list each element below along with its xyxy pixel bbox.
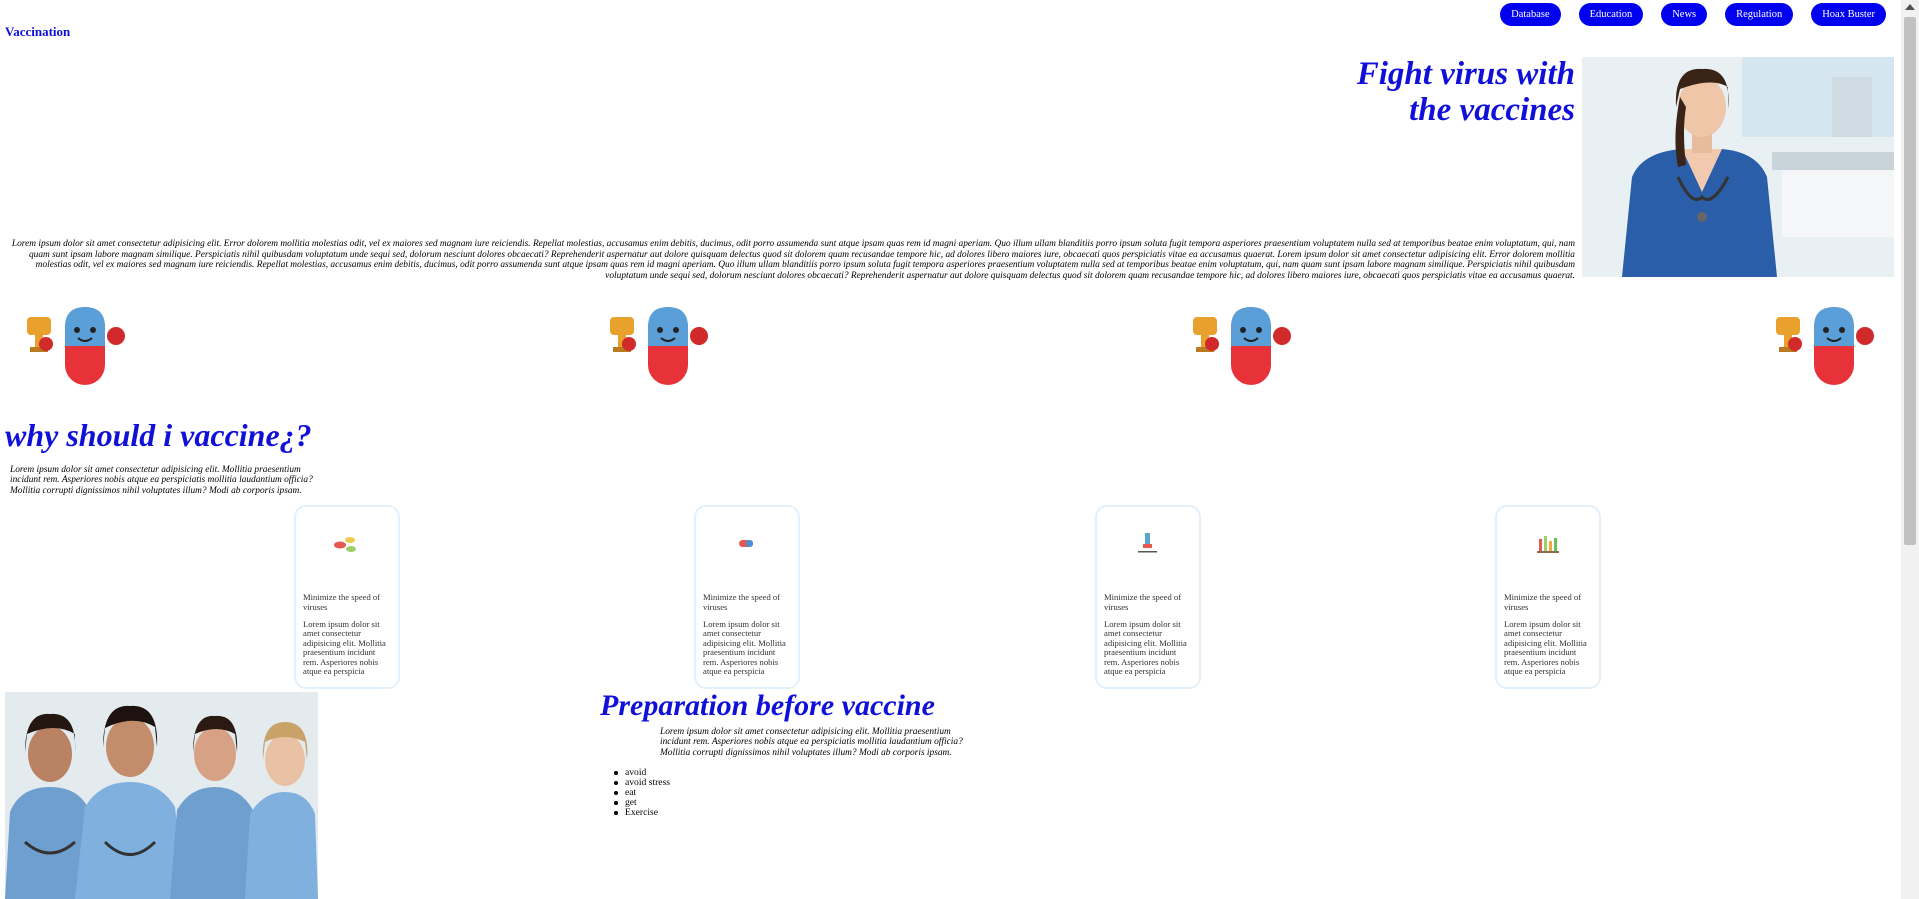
nurse-photo	[1582, 57, 1894, 277]
why-paragraph: Lorem ipsum dolor sit amet consectetur a…	[10, 465, 313, 496]
syringe-icon	[1138, 533, 1157, 553]
hero-paragraph: Lorem ipsum dolor sit amet consectetur a…	[11, 239, 1575, 281]
brand-title[interactable]: Vaccination	[5, 24, 70, 40]
card-body: Lorem ipsum dolor sit amet consectetur a…	[303, 619, 386, 677]
preparation-paragraph: Lorem ipsum dolor sit amet consectetur a…	[660, 727, 963, 758]
nav-news-button[interactable]: News	[1661, 3, 1708, 26]
feature-card: Minimize the speed of viruses Lorem ipsu…	[694, 505, 800, 689]
feature-card: Minimize the speed of viruses Lorem ipsu…	[294, 505, 400, 689]
pill-mascot-icon	[27, 307, 125, 385]
nav-database-button[interactable]: Database	[1500, 3, 1561, 26]
scroll-up-arrow-icon[interactable]	[1905, 4, 1915, 10]
card-heading: Minimize the speed of viruses	[1104, 592, 1182, 612]
nav-education-button[interactable]: Education	[1578, 3, 1644, 26]
top-nav: Database Education News Regulation Hoax …	[1500, 3, 1886, 26]
card-heading: Minimize the speed of viruses	[703, 592, 781, 612]
feature-card: Minimize the speed of viruses Lorem ipsu…	[1495, 505, 1601, 689]
pill-mascot-icon	[1193, 307, 1291, 385]
pill-mascot-icon	[1776, 307, 1874, 385]
card-heading: Minimize the speed of viruses	[303, 592, 381, 612]
card-body: Lorem ipsum dolor sit amet consectetur a…	[1504, 619, 1587, 677]
pills-icon	[334, 537, 356, 552]
nurses-team-photo	[5, 692, 318, 899]
why-title: why should i vaccine¿?	[5, 417, 312, 453]
card-body: Lorem ipsum dolor sit amet consectetur a…	[703, 619, 786, 677]
hero-title-line2: the vaccines	[1409, 92, 1575, 128]
nav-hoax-buster-button[interactable]: Hoax Buster	[1811, 3, 1886, 26]
feature-card: Minimize the speed of viruses Lorem ipsu…	[1095, 505, 1201, 689]
hero-title-line1: Fight virus with	[1356, 56, 1575, 92]
card-heading: Minimize the speed of viruses	[1504, 592, 1582, 612]
hero-title: Fight virus with the vaccines	[1275, 56, 1575, 128]
pill-mascot-icon	[610, 307, 708, 385]
capsule-icon	[739, 540, 753, 547]
scrollbar-thumb[interactable]	[1904, 17, 1916, 545]
vertical-scrollbar[interactable]	[1901, 0, 1919, 899]
nav-regulation-button[interactable]: Regulation	[1725, 3, 1794, 26]
card-body: Lorem ipsum dolor sit amet consectetur a…	[1104, 619, 1187, 677]
test-tubes-icon	[1537, 536, 1559, 553]
preparation-list: avoid avoid stress eat get Exercise	[613, 768, 670, 818]
list-item: Exercise	[613, 808, 670, 818]
preparation-title: Preparation before vaccine	[600, 689, 935, 722]
